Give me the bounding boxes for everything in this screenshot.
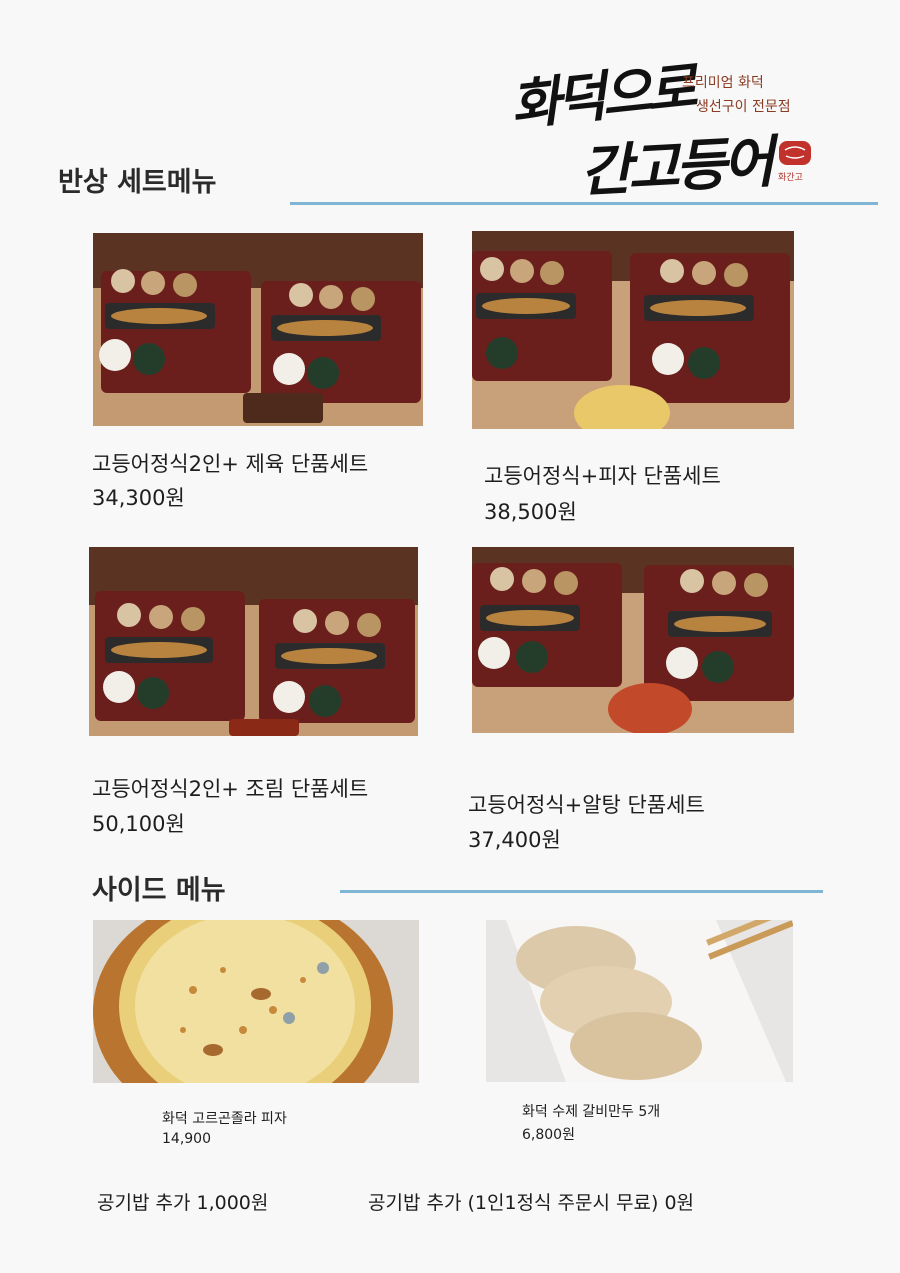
side-item-price: 6,800원 [522, 1127, 575, 1143]
set-item-price: 37,400원 [468, 828, 561, 852]
tagline-line-1: 프리미엄 화덕 [682, 75, 764, 91]
set-item-price: 34,300원 [92, 486, 185, 510]
side-item-name: 화덕 고르곤졸라 피자 [162, 1111, 287, 1127]
side-menu-divider [340, 890, 823, 893]
set-item-name: 고등어정식2인+ 제육 단품세트 [92, 452, 369, 476]
rice-add-free-note: 공기밥 추가 (1인1정식 주문시 무료) 0원 [368, 1192, 695, 1214]
set-meal-photo-2 [472, 231, 794, 429]
side-item-price: 14,900 [162, 1131, 211, 1147]
seal-label: 화간고 [778, 173, 803, 183]
seal-icon [779, 141, 811, 165]
pizza-photo [93, 920, 419, 1083]
set-item-price: 38,500원 [484, 500, 577, 524]
dumpling-photo [486, 920, 793, 1082]
side-item-name: 화덕 수제 갈비만두 5개 [522, 1104, 661, 1120]
logo-line-2: 간고등어 [578, 129, 772, 205]
set-menu-title: 반상 세트메뉴 [58, 167, 217, 198]
side-menu-title: 사이드 메뉴 [92, 875, 226, 906]
set-item-name: 고등어정식2인+ 조림 단품세트 [92, 777, 369, 801]
set-menu-divider [290, 202, 878, 205]
set-item-name: 고등어정식+알탕 단품세트 [468, 793, 705, 817]
set-meal-photo-1 [93, 233, 423, 426]
rice-add-note: 공기밥 추가 1,000원 [97, 1192, 269, 1214]
set-item-name: 고등어정식+피자 단품세트 [484, 464, 721, 488]
set-item-price: 50,100원 [92, 812, 185, 836]
set-meal-photo-3 [89, 547, 418, 736]
set-meal-photo-4 [472, 547, 794, 733]
tagline-line-2: 생선구이 전문점 [696, 99, 791, 115]
